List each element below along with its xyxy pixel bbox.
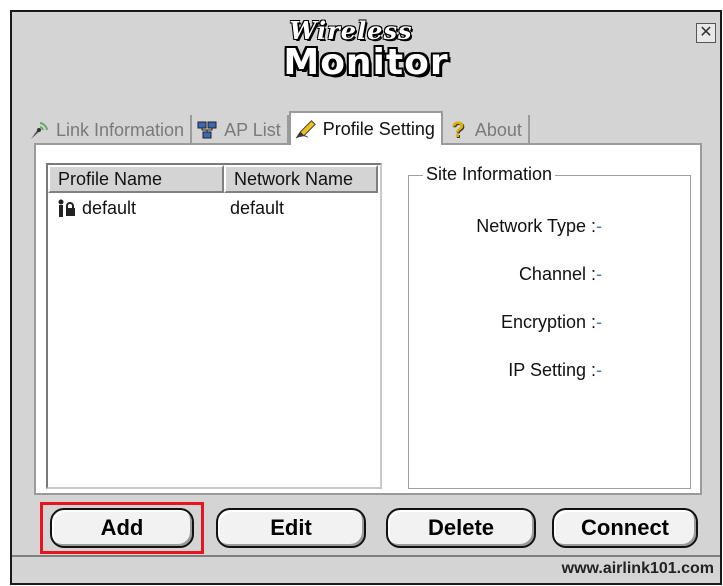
- column-header-network-name[interactable]: Network Name: [224, 165, 378, 193]
- edit-button[interactable]: Edit: [216, 508, 366, 548]
- tab-label: AP List: [224, 119, 281, 140]
- column-header-profile-name[interactable]: Profile Name: [48, 165, 224, 193]
- profile-name-cell: default: [48, 198, 224, 219]
- status-footer: www.airlink101.com: [12, 555, 720, 583]
- network-type-label: Network Type :: [476, 216, 596, 236]
- delete-button[interactable]: Delete: [386, 508, 536, 548]
- logo-monitor-text: Monitor: [283, 42, 449, 83]
- encryption-label: Encryption :: [500, 312, 596, 332]
- footer-url: www.airlink101.com: [561, 560, 714, 577]
- profile-list[interactable]: Profile Name Network Name default defaul…: [46, 163, 382, 489]
- question-mark-icon: ?: [451, 117, 465, 142]
- channel-label: Channel :: [518, 264, 596, 284]
- tab-about[interactable]: ? About: [443, 115, 530, 145]
- user-lock-icon: [56, 198, 78, 218]
- button-bar: Add Edit Delete Connect: [40, 502, 710, 554]
- tab-bar: Link Information AP List Profile Setting…: [24, 111, 530, 145]
- tab-label: Link Information: [56, 119, 185, 140]
- logo-wireless-text: Wireless: [289, 16, 413, 45]
- channel-value: -: [596, 264, 602, 284]
- add-button[interactable]: Add: [50, 508, 194, 548]
- close-button[interactable]: ✕: [696, 23, 716, 43]
- site-information-group: Site Information Network Type : - Channe…: [408, 164, 691, 489]
- tab-label: Profile Setting: [322, 118, 435, 139]
- app-logo: Wireless Monitor: [12, 18, 720, 98]
- profile-list-header: Profile Name Network Name: [48, 165, 380, 193]
- tab-label: About: [474, 119, 522, 140]
- pencil-icon: [295, 118, 317, 140]
- site-information-title: Site Information: [423, 164, 556, 185]
- profile-name: default: [82, 197, 137, 218]
- tab-profile-setting[interactable]: Profile Setting: [288, 111, 443, 145]
- network-name: default: [230, 197, 285, 218]
- encryption-value: -: [596, 312, 602, 332]
- profile-setting-panel: Profile Name Network Name default defaul…: [34, 143, 702, 495]
- antenna-icon: [28, 119, 50, 141]
- profile-row[interactable]: default default: [48, 193, 380, 223]
- connect-button[interactable]: Connect: [552, 508, 698, 548]
- tab-ap-list[interactable]: AP List: [192, 115, 289, 145]
- ip-setting-value: -: [596, 360, 602, 380]
- close-icon: ✕: [699, 24, 713, 41]
- ip-setting-label: IP Setting :: [508, 360, 596, 380]
- network-icon: [196, 119, 218, 141]
- network-type-value: -: [596, 216, 602, 236]
- tab-link-information[interactable]: Link Information: [24, 115, 193, 145]
- wireless-monitor-window: Wireless Monitor ✕ Link Information AP L…: [10, 10, 722, 585]
